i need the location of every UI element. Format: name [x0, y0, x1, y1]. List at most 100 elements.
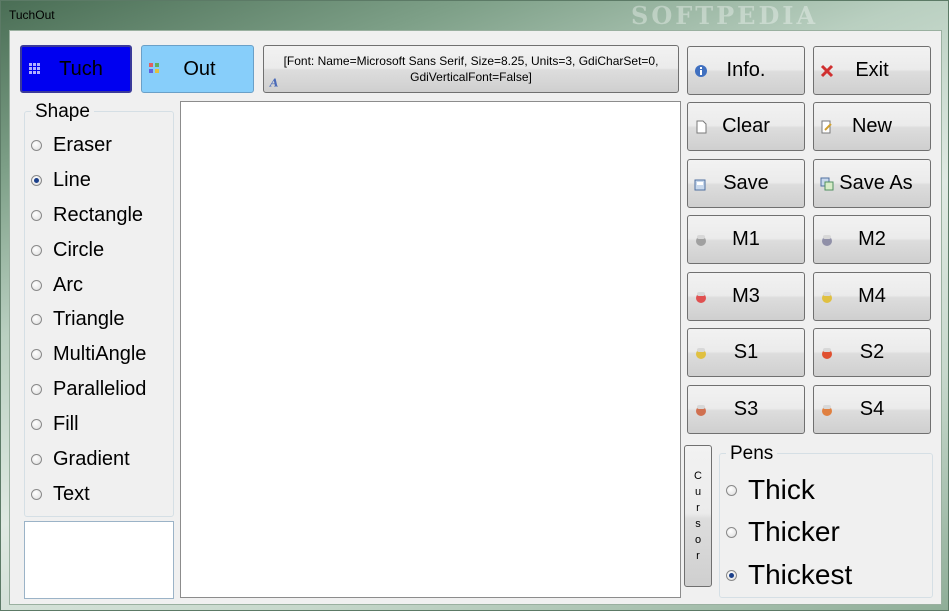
s1-label: S1	[733, 341, 759, 363]
client-area: Tuch Out [Font: Name=Microsoft Sans Seri…	[9, 30, 942, 605]
info-icon	[695, 64, 707, 77]
shape-option-label: Fill	[53, 413, 79, 435]
tuch-label: Tuch	[59, 57, 103, 80]
save-button[interactable]: Save	[687, 159, 805, 208]
shape-option-label: Text	[53, 483, 90, 505]
shape-option-arc[interactable]: Arc	[31, 274, 83, 297]
shape-option-label: Gradient	[53, 448, 130, 470]
m2-button[interactable]: M2	[813, 215, 931, 264]
save-as-button[interactable]: Save As	[813, 159, 931, 208]
save-as-label: Save As	[839, 172, 913, 194]
m2-label: M2	[858, 228, 886, 250]
m1-button[interactable]: M1	[687, 215, 805, 264]
font-button[interactable]: [Font: Name=Microsoft Sans Serif, Size=8…	[263, 45, 679, 93]
pens-group: Pens Thick Thicker Thickest	[719, 443, 933, 598]
shape-option-label: Triangle	[53, 308, 125, 330]
title-bar[interactable]: TuchOut SOFTPEDIA	[1, 1, 948, 30]
document-icon	[696, 120, 707, 133]
out-label: Out	[183, 57, 216, 80]
clear-button[interactable]: Clear	[687, 102, 805, 151]
shape-legend: Shape	[31, 101, 94, 123]
text-input-area[interactable]	[24, 521, 174, 599]
save-as-icon	[820, 177, 834, 190]
save-icon	[694, 179, 706, 190]
window-title: TuchOut	[9, 8, 55, 22]
font-description: [Font: Name=Microsoft Sans Serif, Size=8…	[283, 54, 659, 84]
capsule-icon	[696, 404, 706, 416]
m3-label: M3	[732, 285, 760, 307]
shape-option-label: MultiAngle	[53, 343, 147, 365]
m1-label: M1	[732, 228, 760, 250]
shape-option-rectangle[interactable]: Rectangle	[31, 204, 143, 227]
radio-icon	[31, 349, 42, 360]
s3-button[interactable]: S3	[687, 385, 805, 434]
radio-icon	[31, 210, 42, 221]
shape-option-multiangle[interactable]: MultiAngle	[31, 343, 146, 366]
watermark: SOFTPEDIA	[631, 1, 819, 30]
capsule-icon	[696, 291, 706, 303]
font-icon: A	[269, 76, 279, 88]
pen-option-label: Thicker	[748, 516, 840, 547]
shape-option-line[interactable]: Line	[31, 169, 91, 192]
radio-icon	[31, 489, 42, 500]
m3-button[interactable]: M3	[687, 272, 805, 321]
capsule-icon	[696, 347, 706, 359]
shape-option-gradient[interactable]: Gradient	[31, 448, 130, 471]
pen-option-label: Thick	[748, 474, 815, 505]
new-button[interactable]: New	[813, 102, 931, 151]
info-button[interactable]: Info.	[687, 46, 805, 95]
shape-option-label: Eraser	[53, 134, 112, 156]
capsule-icon	[822, 234, 832, 246]
drawing-canvas[interactable]	[180, 101, 681, 598]
out-button[interactable]: Out	[141, 45, 254, 93]
shape-option-label: Line	[53, 169, 91, 191]
shape-option-paralleliod[interactable]: Paralleliod	[31, 378, 146, 401]
cursor-label: Cursor	[694, 470, 702, 562]
pen-option-thickest[interactable]: Thickest	[726, 559, 852, 591]
pen-option-thicker[interactable]: Thicker	[726, 516, 840, 548]
exit-button[interactable]: Exit	[813, 46, 931, 95]
radio-icon	[726, 526, 737, 538]
m4-label: M4	[858, 285, 886, 307]
radio-checked-icon	[726, 569, 737, 581]
s2-button[interactable]: S2	[813, 328, 931, 377]
pencil-icon	[821, 120, 832, 133]
info-label: Info.	[726, 59, 766, 81]
pen-option-thick[interactable]: Thick	[726, 474, 815, 506]
shape-option-label: Rectangle	[53, 204, 144, 226]
app-window: TuchOut SOFTPEDIA Tuch Out [Font: Name=M…	[0, 0, 949, 611]
capsule-icon	[822, 404, 832, 416]
s3-label: S3	[733, 398, 759, 420]
shape-option-triangle[interactable]: Triangle	[31, 308, 125, 331]
exit-label: Exit	[855, 59, 889, 81]
pen-option-label: Thickest	[748, 559, 853, 590]
pens-legend: Pens	[726, 443, 778, 465]
s4-button[interactable]: S4	[813, 385, 931, 434]
cursor-button[interactable]: Cursor	[684, 445, 712, 587]
radio-icon	[31, 384, 42, 395]
shape-option-label: Arc	[53, 274, 83, 296]
s4-label: S4	[859, 398, 885, 420]
shape-option-eraser[interactable]: Eraser	[31, 134, 112, 157]
tuch-button[interactable]: Tuch	[20, 45, 132, 93]
s1-button[interactable]: S1	[687, 328, 805, 377]
radio-icon	[31, 419, 42, 430]
capsule-icon	[822, 291, 832, 303]
shape-option-circle[interactable]: Circle	[31, 239, 104, 262]
radio-checked-icon	[31, 175, 42, 186]
radio-icon	[31, 245, 42, 256]
shape-option-fill[interactable]: Fill	[31, 413, 79, 436]
grid-icon	[29, 63, 40, 74]
svg-text:A: A	[269, 76, 279, 88]
radio-icon	[726, 484, 737, 496]
close-icon	[820, 64, 834, 77]
capsule-icon	[822, 347, 832, 359]
new-label: New	[851, 115, 892, 137]
shape-option-label: Paralleliod	[53, 378, 147, 400]
shape-group: Shape Eraser Line Rectangle Circle Arc T…	[24, 101, 174, 517]
color-dots-icon	[149, 63, 159, 73]
radio-icon	[31, 454, 42, 465]
m4-button[interactable]: M4	[813, 272, 931, 321]
shape-option-text[interactable]: Text	[31, 483, 90, 506]
shape-option-label: Circle	[53, 239, 105, 261]
